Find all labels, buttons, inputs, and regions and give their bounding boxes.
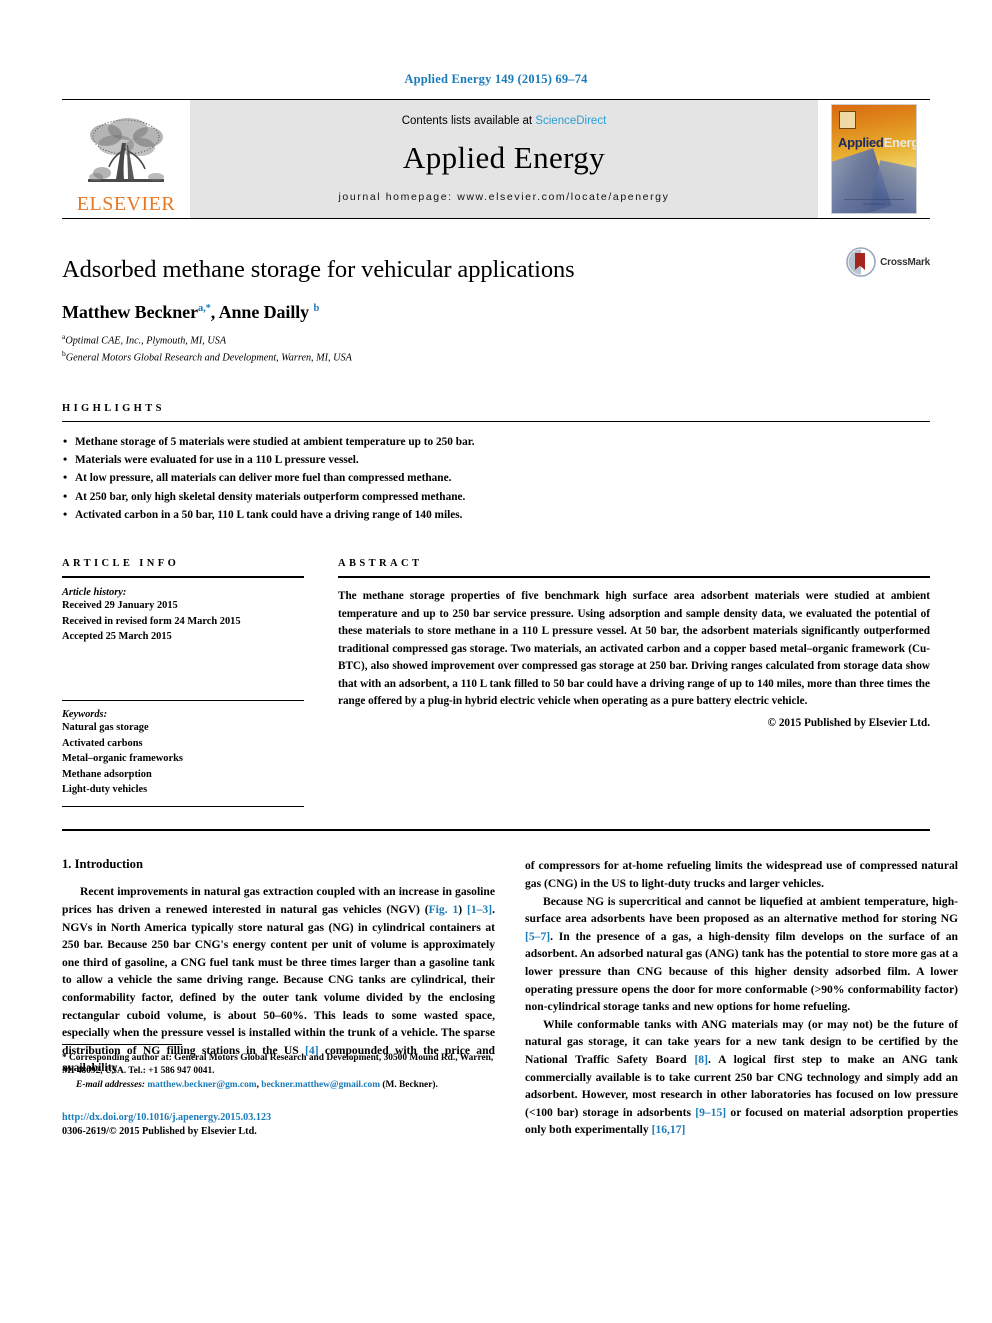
figure-1-link[interactable]: Fig. 1 bbox=[429, 903, 459, 916]
corresponding-marker: * bbox=[62, 1052, 67, 1063]
cover-image: AppliedEnergy ScienceDirect bbox=[831, 104, 917, 214]
keywords-heading: Keywords: bbox=[62, 709, 108, 721]
citation-8-link[interactable]: [8] bbox=[694, 1053, 708, 1066]
intro-text-b: ) bbox=[458, 902, 467, 916]
author-name-1: Matthew Beckner bbox=[62, 302, 198, 323]
abstract-column: ABSTRACT The methane storage properties … bbox=[338, 558, 930, 807]
keywords-rule-bottom bbox=[62, 806, 304, 808]
corresponding-text: Corresponding author at: General Motors … bbox=[62, 1052, 494, 1077]
body-separator-rule bbox=[62, 829, 930, 832]
author-1-affiliation-marker[interactable]: a,* bbox=[198, 303, 211, 314]
keyword-item: Metal–organic frameworks bbox=[62, 753, 183, 765]
masthead-bottom-rule bbox=[62, 218, 930, 219]
masthead-center: Contents lists available at ScienceDirec… bbox=[190, 100, 818, 218]
highlights-heading: HIGHLIGHTS bbox=[62, 402, 165, 414]
keyword-item: Methane adsorption bbox=[62, 768, 152, 780]
abstract-copyright: © 2015 Published by Elsevier Ltd. bbox=[767, 717, 930, 730]
article-history-heading: Article history: bbox=[62, 587, 127, 599]
contents-available-line: Contents lists available at ScienceDirec… bbox=[402, 115, 607, 127]
cover-title-applied: Applied bbox=[838, 135, 884, 150]
paragraph: of compressors for at-home refueling lim… bbox=[525, 859, 958, 890]
info-abstract-region: ARTICLE INFO Article history: Received 2… bbox=[62, 558, 930, 808]
issn-copyright-line: 0306-2619/© 2015 Published by Elsevier L… bbox=[62, 1125, 257, 1137]
cover-elsevier-mark-icon bbox=[839, 111, 856, 129]
crossmark-icon bbox=[846, 247, 876, 277]
elsevier-wordmark: ELSEVIER bbox=[76, 193, 176, 215]
intro-text-c: . NGVs in North America typically store … bbox=[62, 902, 495, 1057]
contents-prefix: Contents lists available at bbox=[401, 115, 536, 127]
title-block: CrossMark Adsorbed methane storage for v… bbox=[62, 247, 930, 365]
history-received: Received 29 January 2015 bbox=[62, 600, 178, 612]
history-accepted: Accepted 25 March 2015 bbox=[62, 630, 172, 642]
body-column-left: 1. Introduction Recent improvements in n… bbox=[62, 857, 495, 1139]
footnote-zone: * Corresponding author at: General Motor… bbox=[62, 1043, 495, 1140]
abstract-rule bbox=[338, 576, 930, 579]
affiliation-b-text: General Motors Global Research and Devel… bbox=[65, 351, 352, 363]
keywords-group: Keywords: Natural gas storage Activated … bbox=[62, 700, 304, 808]
keyword-item: Activated carbons bbox=[62, 737, 143, 749]
affiliation-a: aOptimal CAE, Inc., Plymouth, MI, USA bbox=[62, 332, 930, 348]
running-head: Applied Energy 149 (2015) 69–74 bbox=[404, 72, 588, 86]
footnote-rule bbox=[62, 1043, 182, 1045]
keyword-item: Light-duty vehicles bbox=[62, 783, 148, 795]
keyword-item: Natural gas storage bbox=[62, 722, 149, 734]
author-name-2: Anne Dailly bbox=[218, 302, 310, 323]
affiliation-b: bGeneral Motors Global Research and Deve… bbox=[62, 349, 930, 365]
corresponding-author-note: * Corresponding author at: General Motor… bbox=[62, 1052, 495, 1079]
journal-masthead: ELSEVIER Contents lists available at Sci… bbox=[62, 99, 930, 218]
list-item: At low pressure, all materials can deliv… bbox=[62, 468, 930, 488]
article-info-rule bbox=[62, 576, 304, 579]
affiliation-list: aOptimal CAE, Inc., Plymouth, MI, USA bG… bbox=[62, 332, 930, 364]
citation-9-15-link[interactable]: [9–15] bbox=[695, 1106, 726, 1119]
cover-title: AppliedEnergy bbox=[838, 135, 916, 150]
cover-footer-text: ScienceDirect bbox=[844, 199, 904, 206]
journal-cover-thumbnail: AppliedEnergy ScienceDirect bbox=[818, 100, 930, 218]
article-info-column: ARTICLE INFO Article history: Received 2… bbox=[62, 558, 304, 808]
crossmark-badge[interactable]: CrossMark bbox=[846, 247, 930, 277]
highlights-list: Methane storage of 5 materials were stud… bbox=[62, 432, 930, 525]
email-link-1[interactable]: matthew.beckner@gm.com bbox=[147, 1080, 256, 1090]
body-columns: 1. Introduction Recent improvements in n… bbox=[62, 857, 958, 1139]
email-label: E-mail addresses: bbox=[76, 1079, 146, 1090]
page-title: Adsorbed methane storage for vehicular a… bbox=[62, 256, 575, 283]
author-2-affiliation-marker[interactable]: b bbox=[313, 303, 319, 314]
right-text-2b: . In the presence of a gas, a high-densi… bbox=[525, 929, 958, 1014]
list-item: Methane storage of 5 materials were stud… bbox=[62, 432, 930, 452]
article-history-group: Article history: Received 29 January 201… bbox=[62, 587, 304, 644]
keywords-rule-top bbox=[62, 700, 304, 709]
citation-1-3-link[interactable]: [1–3] bbox=[467, 903, 492, 916]
paragraph: While conformable tanks with ANG materia… bbox=[525, 1016, 958, 1139]
email-author-name: (M. Beckner). bbox=[382, 1079, 438, 1090]
paragraph: Because NG is supercritical and cannot b… bbox=[525, 893, 958, 1016]
body-column-right: of compressors for at-home refueling lim… bbox=[525, 857, 958, 1139]
doi-link[interactable]: http://dx.doi.org/10.1016/j.apenergy.201… bbox=[62, 1111, 495, 1125]
sciencedirect-link[interactable]: ScienceDirect bbox=[535, 115, 606, 127]
elsevier-tree-icon bbox=[88, 118, 164, 182]
section-heading-introduction: 1. Introduction bbox=[62, 857, 143, 872]
list-item: At 250 bar, only high skeletal density m… bbox=[62, 487, 930, 507]
journal-title: Applied Energy bbox=[402, 140, 606, 175]
abstract-body: The methane storage properties of five b… bbox=[338, 590, 930, 707]
highlights-section: HIGHLIGHTS Methane storage of 5 material… bbox=[62, 402, 930, 525]
article-page: Applied Energy 149 (2015) 69–74 ELSEVIER… bbox=[0, 0, 992, 1323]
right-text-2a: Because NG is supercritical and cannot b… bbox=[525, 894, 958, 926]
crossmark-label: CrossMark bbox=[880, 256, 930, 268]
elsevier-logo: ELSEVIER bbox=[62, 100, 190, 218]
article-info-heading: ARTICLE INFO bbox=[62, 558, 180, 570]
email-link-2[interactable]: beckner.matthew@gmail.com bbox=[261, 1080, 380, 1090]
history-revised: Received in revised form 24 March 2015 bbox=[62, 615, 241, 627]
citation-5-7-link[interactable]: [5–7] bbox=[525, 930, 550, 943]
author-list: Matthew Becknera,*, Anne Dailly b bbox=[62, 302, 320, 323]
journal-homepage-line[interactable]: journal homepage: www.elsevier.com/locat… bbox=[339, 191, 670, 203]
email-note: E-mail addresses: matthew.beckner@gm.com… bbox=[62, 1079, 495, 1093]
list-item: Materials were evaluated for use in a 11… bbox=[62, 450, 930, 470]
affiliation-a-text: Optimal CAE, Inc., Plymouth, MI, USA bbox=[65, 335, 227, 347]
list-item: Activated carbon in a 50 bar, 110 L tank… bbox=[62, 505, 930, 525]
highlights-rule bbox=[62, 420, 930, 422]
doi-block: http://dx.doi.org/10.1016/j.apenergy.201… bbox=[62, 1111, 495, 1140]
cover-title-energy: Energy bbox=[883, 135, 916, 150]
citation-16-17-link[interactable]: [16,17] bbox=[652, 1123, 686, 1136]
abstract-heading: ABSTRACT bbox=[338, 558, 423, 570]
